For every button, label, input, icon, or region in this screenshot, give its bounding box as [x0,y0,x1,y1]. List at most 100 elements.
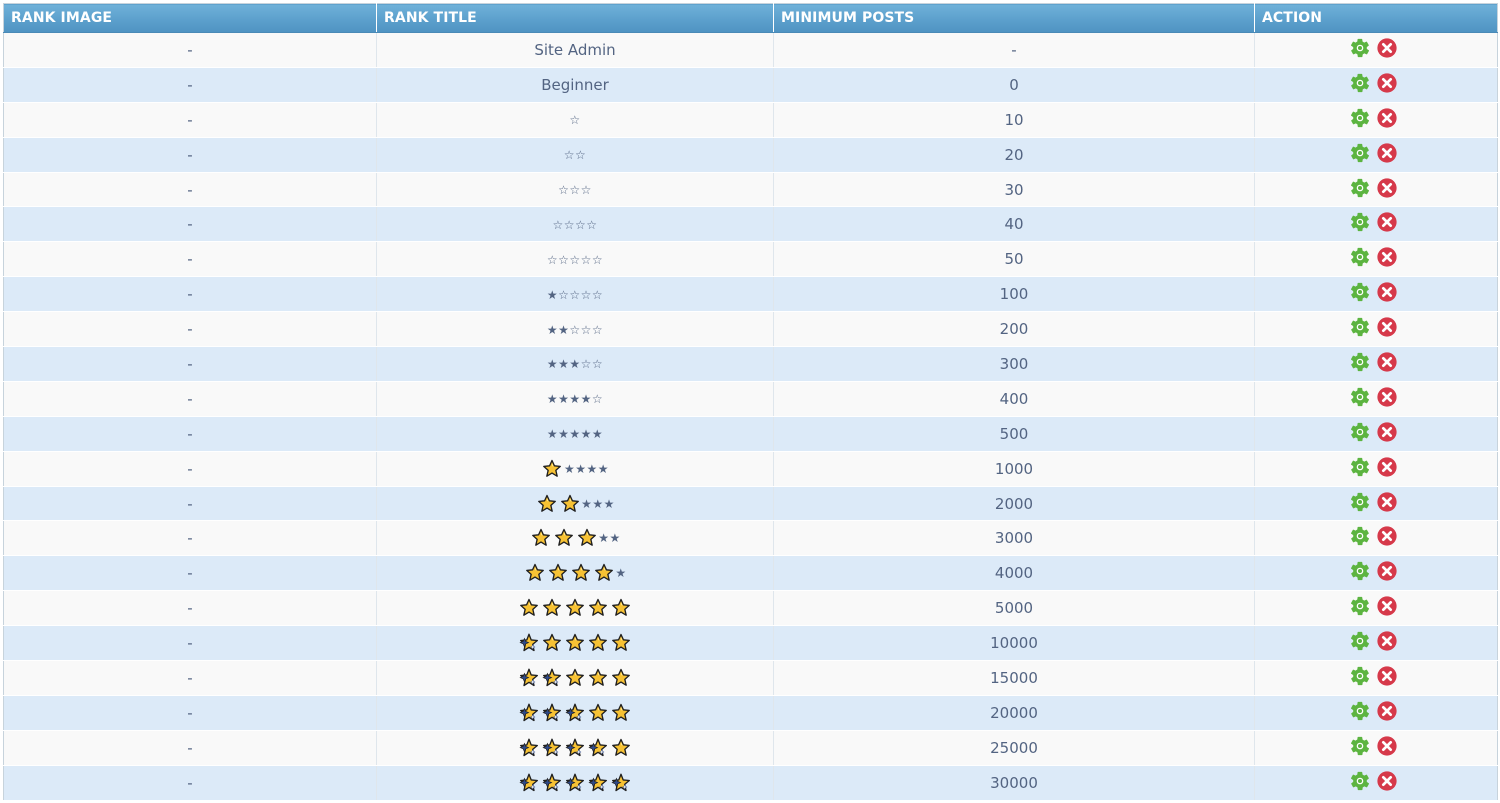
action-buttons [1349,246,1398,268]
action-cell [1254,241,1498,278]
close-circle-icon[interactable] [1376,560,1398,582]
header-minimum-posts: MINIMUM POSTS [773,3,1255,33]
rank-title-cell: Beginner [376,67,774,103]
gear-icon[interactable] [1349,595,1371,617]
rank-image-cell: - [3,416,377,452]
gear-icon[interactable] [1349,177,1371,199]
gear-icon[interactable] [1349,456,1371,478]
gear-icon[interactable] [1349,107,1371,129]
close-circle-icon[interactable] [1376,665,1398,687]
gear-icon[interactable] [1349,421,1371,443]
gear-icon[interactable] [1349,351,1371,373]
minimum-posts-cell: 15000 [773,660,1255,696]
gear-icon[interactable] [1349,700,1371,722]
close-circle-icon[interactable] [1376,770,1398,792]
close-circle-icon[interactable] [1376,246,1398,268]
rank-title-text: ★ [615,566,627,581]
gear-icon[interactable] [1349,316,1371,338]
gold-star-icon [611,633,631,653]
action-cell [1254,346,1498,382]
gold-star-icon [588,703,608,723]
gold-star-icon [611,738,631,758]
close-circle-icon[interactable] [1376,281,1398,303]
sparkle-stars [518,633,541,653]
sparkle-star-icon [611,773,631,793]
minimum-posts-cell: 0 [773,67,1255,103]
close-circle-icon[interactable] [1376,700,1398,722]
sparkle-star-icon [519,668,539,688]
gold-star-icon [611,598,631,618]
close-circle-icon[interactable] [1376,421,1398,443]
rank-image-cell: - [3,381,377,417]
rank-title-cell: Site Admin [376,32,774,68]
gear-icon[interactable] [1349,735,1371,757]
action-buttons [1349,281,1398,303]
gear-icon[interactable] [1349,386,1371,408]
table-row: - Beginner 0 [3,67,1498,103]
minimum-posts-cell: 4000 [773,555,1255,592]
rank-image-cell: - [3,67,377,103]
action-cell [1254,276,1498,313]
close-circle-icon[interactable] [1376,351,1398,373]
rank-image-cell: - [3,486,377,522]
minimum-posts-cell: - [773,32,1255,68]
close-circle-icon[interactable] [1376,142,1398,164]
action-cell [1254,206,1498,243]
sparkle-star-icon [519,773,539,793]
rank-image-cell: - [3,346,377,382]
action-cell [1254,67,1498,103]
gear-icon[interactable] [1349,37,1371,59]
close-circle-icon[interactable] [1376,735,1398,757]
action-buttons [1349,700,1398,722]
minimum-posts-cell: 40 [773,206,1255,243]
gear-icon[interactable] [1349,211,1371,233]
close-circle-icon[interactable] [1376,211,1398,233]
close-circle-icon[interactable] [1376,595,1398,617]
gold-star-icon [542,633,562,653]
table-row: - 5000 [3,590,1498,627]
gear-icon[interactable] [1349,560,1371,582]
close-circle-icon[interactable] [1376,72,1398,94]
gear-icon[interactable] [1349,770,1371,792]
rank-title-cell: ★ [376,555,774,592]
sparkle-star-icon [519,633,539,653]
close-circle-icon[interactable] [1376,177,1398,199]
sparkle-stars [518,738,610,758]
gear-icon[interactable] [1349,246,1371,268]
table-row: - 20000 [3,695,1498,731]
gear-icon[interactable] [1349,491,1371,513]
rank-image-cell: - [3,590,377,627]
sparkle-star-icon [542,703,562,723]
close-circle-icon[interactable] [1376,491,1398,513]
rank-title-text: ☆☆☆ [558,183,592,197]
rank-title-cell: ★★☆☆☆ [376,311,774,348]
action-buttons [1349,770,1398,792]
close-circle-icon[interactable] [1376,107,1398,129]
gear-icon[interactable] [1349,142,1371,164]
gear-icon[interactable] [1349,72,1371,94]
minimum-posts-cell: 2000 [773,486,1255,522]
action-cell [1254,311,1498,348]
rank-title-text: ☆ [569,113,581,128]
close-circle-icon[interactable] [1376,630,1398,652]
close-circle-icon[interactable] [1376,456,1398,478]
close-circle-icon[interactable] [1376,316,1398,338]
close-circle-icon[interactable] [1376,37,1398,59]
gold-stars [518,598,633,618]
rank-title-cell [376,660,774,696]
close-circle-icon[interactable] [1376,386,1398,408]
gear-icon[interactable] [1349,281,1371,303]
action-cell [1254,486,1498,522]
gold-stars [541,459,564,479]
gear-icon[interactable] [1349,665,1371,687]
action-buttons [1349,72,1398,94]
sparkle-star-icon [542,773,562,793]
sparkle-star-icon [588,738,608,758]
close-circle-icon[interactable] [1376,525,1398,547]
gear-icon[interactable] [1349,630,1371,652]
gear-icon[interactable] [1349,525,1371,547]
header-row: RANK IMAGE RANK TITLE MINIMUM POSTS ACTI… [3,3,1498,33]
rank-title-text: ★★★★ [563,461,610,476]
gold-star-icon [519,598,539,618]
table-row: - ★★★★ 1000 [3,451,1498,487]
